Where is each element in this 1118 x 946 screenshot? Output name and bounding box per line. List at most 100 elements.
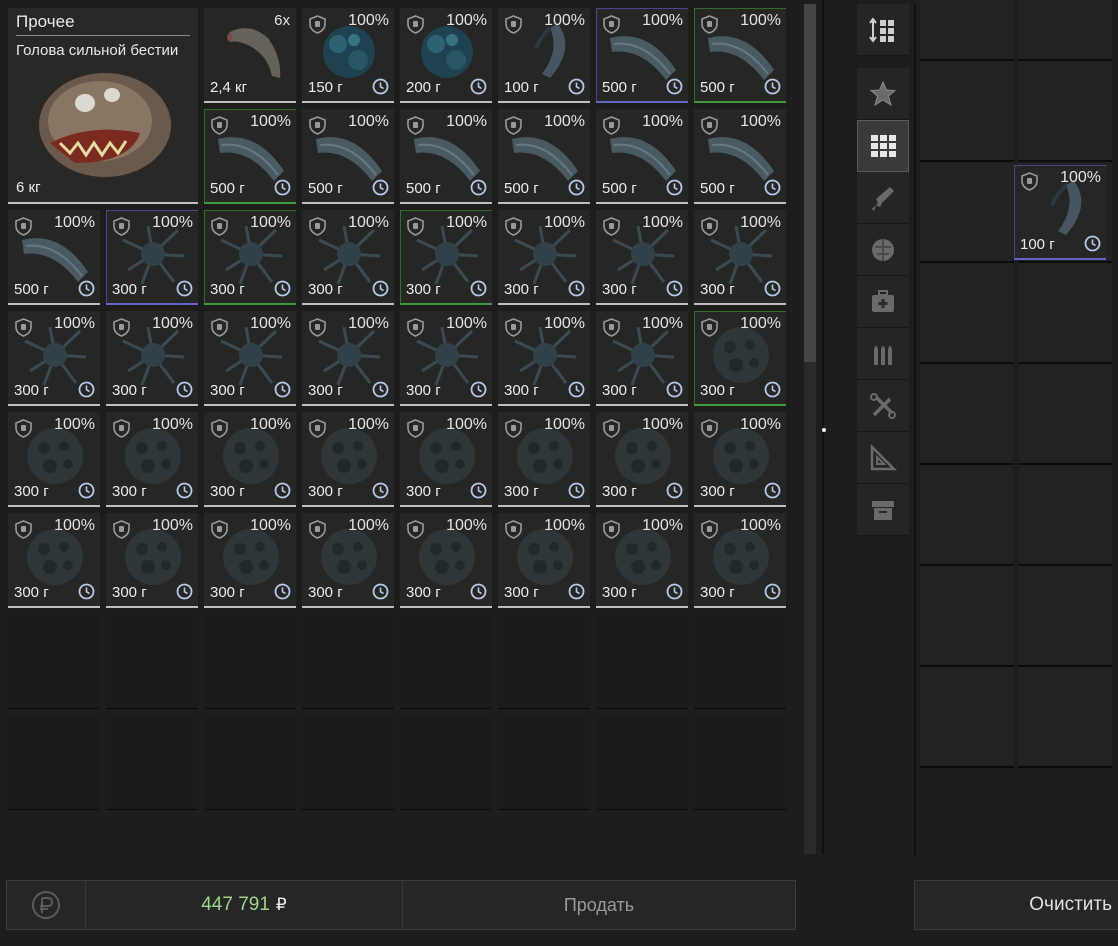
item-cell[interactable]: 100% 300 г <box>106 513 198 608</box>
item-cell[interactable]: 100% 300 г <box>204 412 296 507</box>
item-cell[interactable]: 100% 300 г <box>204 513 296 608</box>
sell-slot[interactable] <box>920 0 1014 61</box>
sell-slot[interactable] <box>1018 263 1112 364</box>
item-cell[interactable]: 100% 300 г <box>106 412 198 507</box>
item-cell[interactable]: 100% 300 г <box>302 311 394 406</box>
item-cell[interactable]: 100% 500 г <box>498 109 590 204</box>
inventory-scrollbar[interactable] <box>804 4 816 854</box>
sell-button[interactable]: Продать <box>402 880 796 930</box>
item-cell[interactable]: 100% 300 г <box>596 311 688 406</box>
refresh-button[interactable] <box>6 880 86 930</box>
tab-weapon[interactable] <box>857 172 909 224</box>
item-cell[interactable]: 100% 300 г <box>8 311 100 406</box>
item-cell[interactable]: 100% 500 г <box>204 109 296 204</box>
tab-grid[interactable] <box>857 120 909 172</box>
item-cell[interactable]: 100% 300 г <box>400 311 492 406</box>
empty-slot[interactable] <box>498 614 590 709</box>
item-cell[interactable]: 100% 300 г <box>498 412 590 507</box>
item-cell[interactable]: 100% 300 г <box>302 412 394 507</box>
sell-slot[interactable] <box>920 364 1014 465</box>
item-cell[interactable]: 100% 300 г <box>302 210 394 305</box>
sell-slot[interactable] <box>920 263 1014 364</box>
empty-slot[interactable] <box>694 715 786 810</box>
weight-label: 500 г <box>406 180 441 197</box>
tab-drawing[interactable] <box>857 432 909 484</box>
sell-slot[interactable] <box>920 566 1014 667</box>
item-cell[interactable]: 100% 300 г <box>596 210 688 305</box>
item-cell[interactable]: 100% 300 г <box>596 513 688 608</box>
clear-button[interactable]: Очистить <box>914 880 1118 930</box>
item-cell-tooth[interactable]: 6x 2,4 кг <box>204 8 296 103</box>
empty-slot[interactable] <box>8 614 100 709</box>
item-cell[interactable]: 100% 300 г <box>498 513 590 608</box>
sell-slot[interactable] <box>920 667 1014 768</box>
clock-icon <box>78 583 95 600</box>
clock-icon <box>176 280 193 297</box>
item-cell[interactable]: 100% 300 г <box>106 210 198 305</box>
item-cell[interactable]: 100% 300 г <box>400 513 492 608</box>
empty-slot[interactable] <box>8 715 100 810</box>
tab-star[interactable] <box>857 68 909 120</box>
scrollbar-thumb[interactable] <box>804 4 816 362</box>
sell-slot[interactable] <box>920 465 1014 566</box>
item-cell[interactable]: 100% 150 г <box>302 8 394 103</box>
item-cell[interactable]: 100% 300 г <box>204 210 296 305</box>
item-cell[interactable]: 100% 200 г <box>400 8 492 103</box>
item-cell[interactable]: 100% 300 г <box>694 513 786 608</box>
empty-slot[interactable] <box>106 715 198 810</box>
empty-slot[interactable] <box>400 715 492 810</box>
item-cell[interactable]: 100% 300 г <box>498 311 590 406</box>
durability-label: 100% <box>740 113 781 130</box>
item-cell-beast-head[interactable]: Прочее Голова сильной бестии 6 кг <box>8 8 198 204</box>
item-cell[interactable]: 100% 500 г <box>596 109 688 204</box>
item-cell[interactable]: 100% 300 г <box>694 210 786 305</box>
item-cell[interactable]: 100% 100 г <box>498 8 590 103</box>
item-cell[interactable]: 100% 300 г <box>8 412 100 507</box>
item-cell[interactable]: 100% 500 г <box>596 8 688 103</box>
weight-label: 2,4 кг <box>210 79 248 96</box>
item-cell[interactable]: 100% 300 г <box>302 513 394 608</box>
empty-slot[interactable] <box>204 614 296 709</box>
item-cell[interactable]: 100% 300 г <box>694 311 786 406</box>
sell-slot[interactable] <box>1018 566 1112 667</box>
empty-slot[interactable] <box>302 614 394 709</box>
item-cell[interactable]: 100% 300 г <box>596 412 688 507</box>
item-cell[interactable]: 100% 500 г <box>694 109 786 204</box>
tab-armor[interactable] <box>857 224 909 276</box>
item-cell[interactable]: 100% 300 г <box>400 210 492 305</box>
empty-slot[interactable] <box>596 715 688 810</box>
item-cell[interactable]: 100% 300 г <box>8 513 100 608</box>
tab-sort[interactable] <box>857 4 909 56</box>
item-cell[interactable]: 100% 500 г <box>8 210 100 305</box>
empty-slot[interactable] <box>204 715 296 810</box>
empty-slot[interactable] <box>596 614 688 709</box>
sell-slot[interactable] <box>1018 0 1112 61</box>
item-cell[interactable]: 100% 300 г <box>498 210 590 305</box>
durability-label: 100% <box>740 12 781 29</box>
sell-slot[interactable] <box>1018 465 1112 566</box>
sell-slot[interactable] <box>1018 667 1112 768</box>
empty-slot[interactable] <box>400 614 492 709</box>
clock-icon <box>274 482 291 499</box>
empty-slot[interactable] <box>302 715 394 810</box>
sell-item-claw[interactable]: 100% 100 г <box>1014 165 1106 260</box>
sell-slot[interactable] <box>1018 364 1112 465</box>
item-cell[interactable]: 100% 300 г <box>204 311 296 406</box>
clock-icon <box>274 583 291 600</box>
item-cell[interactable]: 100% 300 г <box>106 311 198 406</box>
item-cell[interactable]: 100% 500 г <box>400 109 492 204</box>
tab-container[interactable] <box>857 484 909 536</box>
item-cell[interactable]: 100% 300 г <box>694 412 786 507</box>
tab-ammo[interactable] <box>857 328 909 380</box>
sell-slot[interactable] <box>1018 61 1112 162</box>
empty-slot[interactable] <box>106 614 198 709</box>
sell-slot[interactable] <box>920 61 1014 162</box>
empty-slot[interactable] <box>694 614 786 709</box>
tab-tools[interactable] <box>857 380 909 432</box>
item-cell[interactable]: 100% 300 г <box>400 412 492 507</box>
sell-slot[interactable] <box>920 162 1014 263</box>
empty-slot[interactable] <box>498 715 590 810</box>
item-cell[interactable]: 100% 500 г <box>302 109 394 204</box>
item-cell[interactable]: 100% 500 г <box>694 8 786 103</box>
tab-medkit[interactable] <box>857 276 909 328</box>
